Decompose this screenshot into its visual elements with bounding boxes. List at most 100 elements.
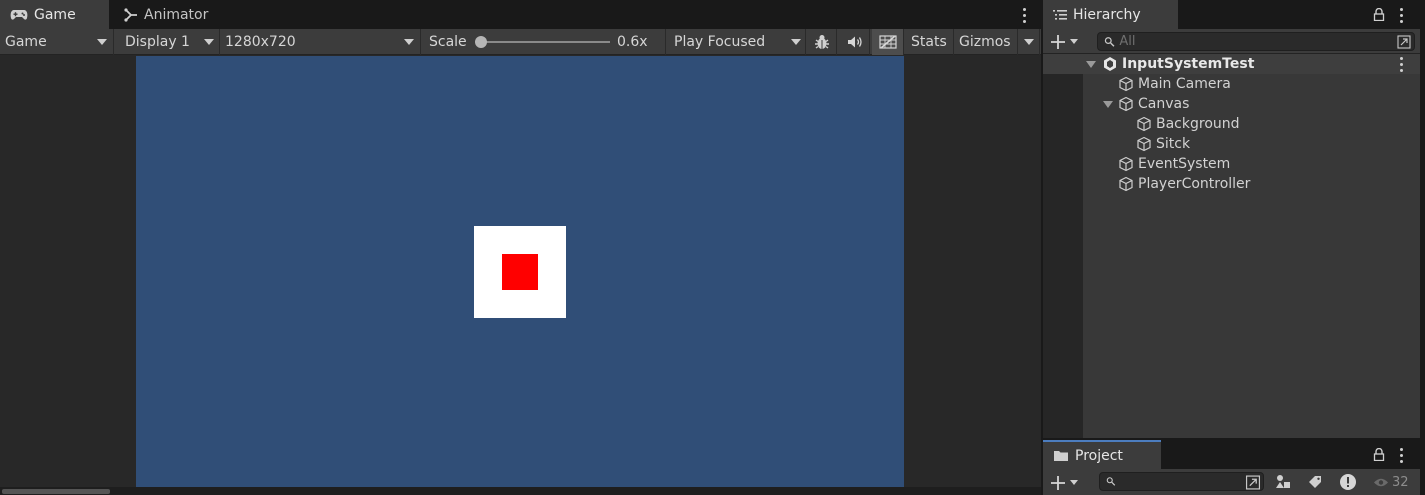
- search-icon: [1106, 477, 1116, 486]
- project-panel: Project 32: [1043, 440, 1420, 495]
- project-tabbar: Project: [1043, 440, 1420, 469]
- hierarchy-toolbar: [1043, 29, 1420, 54]
- tab-project[interactable]: Project: [1043, 440, 1161, 469]
- scale-slider-handle[interactable]: [475, 36, 487, 48]
- game-render-canvas[interactable]: [136, 56, 904, 487]
- scene-more-menu-icon[interactable]: [1395, 55, 1407, 73]
- plus-icon: [1051, 475, 1065, 490]
- gameobject-cube-icon: [1119, 156, 1133, 172]
- search-by-type-icon[interactable]: [1275, 474, 1291, 490]
- game-toolbar: Game Display 1 1280x720 Scale 0.6x Play …: [0, 29, 1041, 55]
- hierarchy-item[interactable]: Sitck: [1043, 134, 1420, 154]
- tab-game[interactable]: Game: [0, 0, 109, 29]
- hierarchy-item-label: PlayerController: [1138, 176, 1251, 192]
- hierarchy-item[interactable]: EventSystem: [1043, 154, 1420, 174]
- scale-value: 0.6x: [617, 34, 648, 50]
- expand-arrow-icon[interactable]: [1086, 60, 1096, 68]
- scrollbar-thumb[interactable]: [2, 489, 110, 494]
- hierarchy-item[interactable]: Canvas: [1043, 94, 1420, 114]
- search-expand-icon[interactable]: [1397, 35, 1411, 49]
- hierarchy-item-label: Canvas: [1138, 96, 1190, 112]
- gameobject-cube-icon: [1119, 76, 1133, 92]
- gameobject-cube-icon: [1137, 116, 1151, 132]
- search-icon: [1104, 36, 1115, 47]
- tab-animator[interactable]: Animator: [114, 0, 218, 29]
- window-edge: [1420, 0, 1425, 495]
- gameobject-cube-icon: [1119, 96, 1133, 112]
- game-tabbar: Game Animator: [0, 0, 1041, 29]
- hierarchy-item[interactable]: Main Camera: [1043, 74, 1420, 94]
- tab-animator-label: Animator: [144, 6, 209, 23]
- frame-debugger-button[interactable]: [807, 29, 837, 55]
- hierarchy-search-field[interactable]: [1097, 32, 1415, 51]
- project-search-input[interactable]: [1120, 474, 1263, 489]
- lock-icon[interactable]: [1373, 8, 1385, 21]
- project-more-menu-icon[interactable]: [1395, 446, 1407, 464]
- resolution-label: 1280x720: [225, 34, 296, 50]
- tab-game-label: Game: [34, 6, 76, 23]
- lock-icon[interactable]: [1373, 448, 1385, 461]
- play-mode-label: Play Focused: [674, 34, 766, 50]
- mute-audio-button[interactable]: [840, 29, 870, 55]
- stats-label: Stats: [911, 34, 947, 50]
- search-expand-icon[interactable]: [1245, 475, 1261, 490]
- speaker-icon: [847, 36, 862, 48]
- hierarchy-search-input[interactable]: [1119, 34, 1414, 49]
- tab-project-label: Project: [1075, 447, 1123, 464]
- expand-arrow-icon[interactable]: [1103, 100, 1113, 108]
- tab-hierarchy-label: Hierarchy: [1073, 6, 1141, 23]
- hierarchy-item-label: EventSystem: [1138, 156, 1231, 172]
- chevron-down-icon: [404, 39, 414, 45]
- gizmo-overlay-toggle[interactable]: [872, 29, 904, 55]
- eye-icon: [1374, 478, 1388, 486]
- project-toolbar: 32: [1043, 469, 1420, 495]
- stats-button[interactable]: Stats: [906, 29, 954, 55]
- display-label: Display 1: [125, 34, 190, 50]
- warning-icon[interactable]: [1339, 473, 1357, 491]
- gizmos-dropdown-button[interactable]: [1018, 29, 1040, 55]
- gizmos-label: Gizmos: [959, 34, 1011, 50]
- project-create-button[interactable]: [1050, 473, 1084, 492]
- folder-icon: [1054, 451, 1068, 461]
- hierarchy-more-menu-icon[interactable]: [1395, 6, 1407, 24]
- resolution-dropdown[interactable]: 1280x720: [220, 29, 421, 55]
- project-search-field[interactable]: [1099, 472, 1264, 491]
- scale-slider-track[interactable]: [481, 41, 610, 43]
- view-mode-label: Game: [5, 34, 47, 50]
- display-dropdown[interactable]: Display 1: [120, 29, 220, 55]
- game-view[interactable]: [0, 56, 1041, 487]
- game-panel: Game Animator Game Display 1 1280x720 Sc…: [0, 0, 1041, 495]
- tab-hierarchy[interactable]: Hierarchy: [1043, 0, 1178, 29]
- chevron-down-icon: [1070, 480, 1078, 485]
- hierarchy-item-label: Sitck: [1156, 136, 1191, 152]
- hierarchy-item[interactable]: PlayerController: [1043, 174, 1420, 194]
- unity-scene-icon: [1104, 57, 1116, 71]
- tag-icon[interactable]: [1308, 475, 1323, 489]
- chevron-down-icon: [97, 39, 107, 45]
- bug-icon: [814, 35, 829, 49]
- hierarchy-panel: Hierarchy All InputSystemTest Main Camer…: [1043, 0, 1420, 438]
- chevron-down-icon: [1070, 39, 1078, 44]
- view-mode-dropdown[interactable]: Game: [0, 29, 114, 55]
- ui-stick-image: [502, 254, 538, 290]
- hierarchy-tabbar: Hierarchy: [1043, 0, 1420, 29]
- game-horizontal-scrollbar[interactable]: [0, 487, 1041, 495]
- game-more-menu-icon[interactable]: [1018, 6, 1030, 24]
- ui-background-image: [474, 226, 566, 318]
- animator-icon: [124, 7, 137, 22]
- gamepad-icon: [10, 9, 28, 20]
- scale-control: Scale 0.6x: [424, 29, 666, 55]
- hierarchy-tree: InputSystemTest Main Camera Canvas Backg…: [1043, 54, 1420, 438]
- gameobject-cube-icon: [1119, 176, 1133, 192]
- gameobject-cube-icon: [1137, 136, 1151, 152]
- hierarchy-item-label: Background: [1156, 116, 1240, 132]
- hidden-packages-toggle[interactable]: 32: [1373, 473, 1409, 491]
- scene-name: InputSystemTest: [1122, 56, 1255, 72]
- create-button[interactable]: [1050, 32, 1084, 51]
- hierarchy-item-label: Main Camera: [1138, 76, 1231, 92]
- list-icon: [1053, 9, 1067, 20]
- play-mode-dropdown[interactable]: Play Focused: [669, 29, 806, 55]
- scene-row[interactable]: InputSystemTest: [1043, 54, 1420, 74]
- gizmos-button[interactable]: Gizmos: [954, 29, 1018, 55]
- hierarchy-item[interactable]: Background: [1043, 114, 1420, 134]
